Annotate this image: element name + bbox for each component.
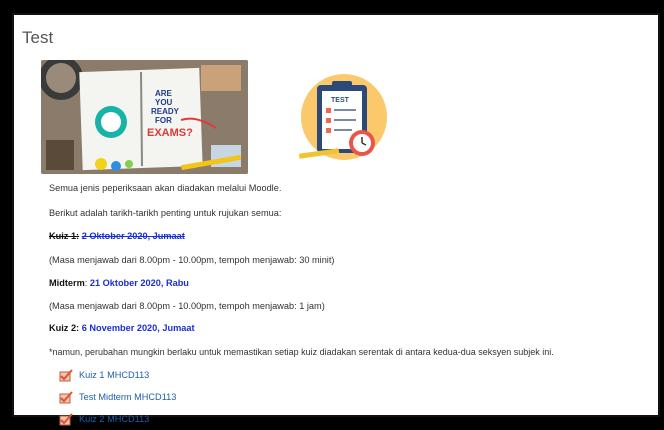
quiz2-line: Kuiz 2: 6 November 2020, Jumaat (49, 323, 195, 333)
quiz1-date: 2 Oktober 2020, Jumaat (81, 231, 185, 241)
section-title: Test (22, 28, 54, 47)
exam-ready-image: ARE YOU READY FOR EXAMS? (41, 60, 248, 174)
quiz1-note: (Masa menjawab dari 8.00pm - 10.00pm, te… (49, 255, 335, 265)
midterm-date: 21 Oktober 2020, Rabu (89, 278, 189, 288)
exam-text-line: ARE (155, 89, 173, 98)
activity-label[interactable]: Test Midterm MHCD113 (79, 392, 176, 402)
midterm-separator: : (84, 278, 88, 288)
test-clipboard-image: TEST (284, 67, 404, 167)
quiz1-label: Kuiz 1: (49, 231, 80, 241)
clipboard-label: TEST (331, 97, 350, 104)
quiz-checkbox-icon (59, 390, 73, 403)
quiz1-line: Kuiz 1: 2 Oktober 2020, Jumaat (49, 231, 185, 241)
course-section-panel: Test ARE YOU READY FOR EXAMS? TEST Semua… (12, 13, 660, 425)
exam-text-line: READY (151, 107, 180, 116)
exam-text-line: YOU (155, 98, 173, 107)
intro-text-1: Semua jenis peperiksaan akan diadakan me… (49, 183, 282, 193)
quiz2-date: 6 November 2020, Jumaat (81, 323, 195, 333)
intro-text-2: Berikut adalah tarikh-tarikh penting unt… (49, 208, 282, 218)
activity-label[interactable]: Kuiz 1 MHCD113 (79, 370, 149, 380)
footnote-text: *namun, perubahan mungkin berlaku untuk … (49, 347, 554, 357)
quiz2-label: Kuiz 2: (49, 323, 80, 333)
activity-link-quiz2[interactable]: Kuiz 2 MHCD113 (59, 408, 176, 430)
activity-list: Kuiz 1 MHCD113 Test Midterm MHCD113 Kuiz… (59, 364, 176, 430)
exam-text-line: FOR (155, 116, 172, 125)
activity-link-midterm[interactable]: Test Midterm MHCD113 (59, 386, 176, 408)
quiz-checkbox-icon (59, 368, 73, 381)
midterm-note: (Masa menjawab dari 8.00pm - 10.00pm, te… (49, 301, 325, 311)
exam-text-line: EXAMS? (147, 127, 193, 139)
quiz-checkbox-icon (59, 412, 73, 425)
midterm-label: Midterm (49, 278, 85, 288)
midterm-line: Midterm: 21 Oktober 2020, Rabu (49, 278, 189, 288)
activity-link-quiz1[interactable]: Kuiz 1 MHCD113 (59, 364, 176, 386)
